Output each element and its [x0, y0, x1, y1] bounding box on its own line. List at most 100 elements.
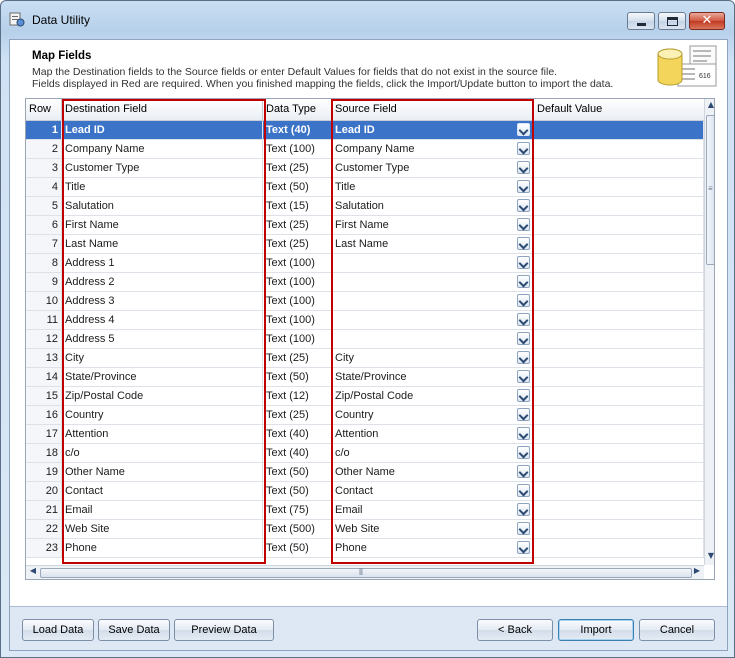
destination-field-cell[interactable]: Contact [62, 482, 263, 500]
column-header-default-value[interactable]: Default Value [534, 99, 704, 120]
back-button[interactable]: < Back [477, 619, 553, 641]
source-field-cell[interactable]: Country [332, 406, 534, 424]
source-field-cell[interactable]: Attention [332, 425, 534, 443]
chevron-down-icon[interactable] [517, 218, 530, 231]
default-value-cell[interactable] [534, 539, 704, 557]
destination-field-cell[interactable]: Web Site [62, 520, 263, 538]
chevron-down-icon[interactable] [517, 541, 530, 554]
table-row[interactable]: 7 Last Name Text (25) Last Name [26, 235, 704, 254]
table-row[interactable]: 8 Address 1 Text (100) [26, 254, 704, 273]
table-row[interactable]: 16 Country Text (25) Country [26, 406, 704, 425]
default-value-cell[interactable] [534, 501, 704, 519]
source-field-cell[interactable] [332, 292, 534, 310]
chevron-down-icon[interactable] [517, 484, 530, 497]
import-button[interactable]: Import [558, 619, 634, 641]
table-row[interactable]: 18 c/o Text (40) c/o [26, 444, 704, 463]
chevron-down-icon[interactable] [517, 389, 530, 402]
source-field-cell[interactable] [332, 273, 534, 291]
chevron-down-icon[interactable] [517, 237, 530, 250]
scroll-up-icon[interactable]: ▲ [705, 100, 714, 109]
chevron-down-icon[interactable] [517, 503, 530, 516]
table-row[interactable]: 3 Customer Type Text (25) Customer Type [26, 159, 704, 178]
source-field-cell[interactable]: Company Name [332, 140, 534, 158]
data-type-cell[interactable]: Text (500) [263, 520, 332, 538]
source-field-cell[interactable] [332, 311, 534, 329]
destination-field-cell[interactable]: Email [62, 501, 263, 519]
destination-field-cell[interactable]: Other Name [62, 463, 263, 481]
table-row[interactable]: 15 Zip/Postal Code Text (12) Zip/Postal Cod… [26, 387, 704, 406]
source-field-cell[interactable]: State/Province [332, 368, 534, 386]
data-type-cell[interactable]: Text (75) [263, 501, 332, 519]
preview-data-button[interactable]: Preview Data [174, 619, 274, 641]
default-value-cell[interactable] [534, 311, 704, 329]
source-field-cell[interactable]: Title [332, 178, 534, 196]
source-field-cell[interactable]: Web Site [332, 520, 534, 538]
chevron-down-icon[interactable] [517, 142, 530, 155]
table-row[interactable]: 11 Address 4 Text (100) [26, 311, 704, 330]
data-type-cell[interactable]: Text (100) [263, 311, 332, 329]
chevron-down-icon[interactable] [517, 161, 530, 174]
chevron-down-icon[interactable] [517, 275, 530, 288]
table-row[interactable]: 17 Attention Text (40) Attention [26, 425, 704, 444]
default-value-cell[interactable] [534, 520, 704, 538]
chevron-down-icon[interactable] [517, 123, 530, 136]
data-type-cell[interactable]: Text (100) [263, 330, 332, 348]
default-value-cell[interactable] [534, 463, 704, 481]
destination-field-cell[interactable]: First Name [62, 216, 263, 234]
default-value-cell[interactable] [534, 273, 704, 291]
data-type-cell[interactable]: Text (40) [263, 444, 332, 462]
data-type-cell[interactable]: Text (25) [263, 216, 332, 234]
source-field-cell[interactable]: Email [332, 501, 534, 519]
destination-field-cell[interactable]: State/Province [62, 368, 263, 386]
default-value-cell[interactable] [534, 330, 704, 348]
table-row[interactable]: 13 City Text (25) City [26, 349, 704, 368]
default-value-cell[interactable] [534, 178, 704, 196]
data-type-cell[interactable]: Text (12) [263, 387, 332, 405]
table-row[interactable]: 4 Title Text (50) Title [26, 178, 704, 197]
source-field-cell[interactable] [332, 330, 534, 348]
default-value-cell[interactable] [534, 254, 704, 272]
chevron-down-icon[interactable] [517, 294, 530, 307]
data-type-cell[interactable]: Text (25) [263, 406, 332, 424]
close-button[interactable]: ✕ [689, 12, 725, 30]
data-type-cell[interactable]: Text (50) [263, 368, 332, 386]
default-value-cell[interactable] [534, 349, 704, 367]
chevron-down-icon[interactable] [517, 313, 530, 326]
destination-field-cell[interactable]: c/o [62, 444, 263, 462]
default-value-cell[interactable] [534, 482, 704, 500]
table-row[interactable]: 10 Address 3 Text (100) [26, 292, 704, 311]
data-type-cell[interactable]: Text (100) [263, 254, 332, 272]
load-data-button[interactable]: Load Data [22, 619, 94, 641]
column-header-row[interactable]: Row [26, 99, 62, 120]
horizontal-scroll-thumb[interactable] [40, 567, 692, 578]
destination-field-cell[interactable]: Address 5 [62, 330, 263, 348]
chevron-down-icon[interactable] [517, 256, 530, 269]
source-field-cell[interactable] [332, 254, 534, 272]
data-type-cell[interactable]: Text (50) [263, 463, 332, 481]
destination-field-cell[interactable]: Zip/Postal Code [62, 387, 263, 405]
chevron-down-icon[interactable] [517, 446, 530, 459]
scroll-down-icon[interactable]: ▼ [705, 551, 714, 560]
title-bar[interactable]: Data Utility ✕ [1, 1, 734, 39]
destination-field-cell[interactable]: Customer Type [62, 159, 263, 177]
maximize-button[interactable] [658, 12, 686, 30]
table-row[interactable]: 5 Salutation Text (15) Salutation [26, 197, 704, 216]
source-field-cell[interactable]: Other Name [332, 463, 534, 481]
chevron-down-icon[interactable] [517, 180, 530, 193]
scroll-left-icon[interactable]: ◀ [27, 566, 39, 575]
source-field-cell[interactable]: Phone [332, 539, 534, 557]
source-field-cell[interactable]: Customer Type [332, 159, 534, 177]
default-value-cell[interactable] [534, 444, 704, 462]
table-row[interactable]: 20 Contact Text (50) Contact [26, 482, 704, 501]
data-type-cell[interactable]: Text (100) [263, 292, 332, 310]
default-value-cell[interactable] [534, 406, 704, 424]
data-type-cell[interactable]: Text (100) [263, 273, 332, 291]
chevron-down-icon[interactable] [517, 427, 530, 440]
field-mapping-grid[interactable]: Row Destination Field Data Type Source F… [25, 98, 715, 580]
data-type-cell[interactable]: Text (25) [263, 159, 332, 177]
source-field-cell[interactable]: City [332, 349, 534, 367]
scroll-right-icon[interactable]: ▶ [691, 566, 703, 575]
source-field-cell[interactable]: Contact [332, 482, 534, 500]
vertical-scroll-thumb[interactable] [706, 115, 714, 265]
vertical-scrollbar[interactable]: ▲ ▼ [704, 99, 714, 565]
